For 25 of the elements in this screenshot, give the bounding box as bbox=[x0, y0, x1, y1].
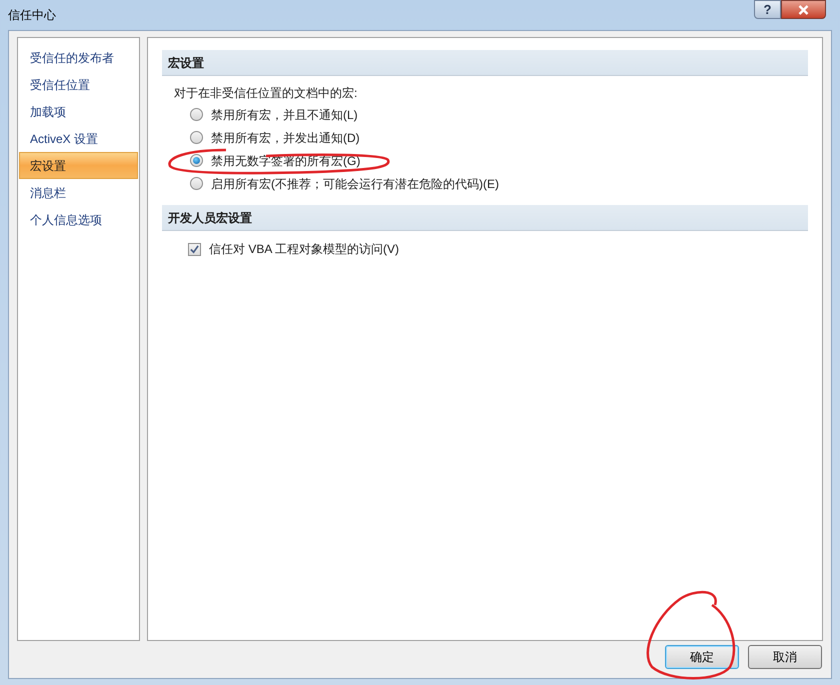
dialog-button[interactable]: 取消 bbox=[748, 645, 822, 669]
radio-label: 启用所有宏(不推荐；可能会运行有潜在危险的代码)(E) bbox=[211, 176, 499, 192]
radio-button[interactable] bbox=[190, 108, 203, 121]
radio-label: 禁用所有宏，并且不通知(L) bbox=[211, 106, 358, 124]
section-header: 开发人员宏设置 bbox=[162, 205, 808, 231]
close-icon bbox=[798, 4, 809, 14]
section-header: 宏设置 bbox=[162, 50, 808, 76]
description-text: 对于在非受信任位置的文档中的宏: bbox=[173, 85, 358, 102]
sidebar-item[interactable]: 加载项 bbox=[19, 98, 138, 125]
close-button[interactable] bbox=[781, 0, 826, 19]
help-button[interactable]: ? bbox=[754, 0, 781, 19]
radio-label: 禁用所有宏，并发出通知(D) bbox=[211, 130, 360, 146]
sidebar-item[interactable]: 受信任的发布者 bbox=[19, 44, 138, 71]
checkbox[interactable] bbox=[188, 242, 201, 256]
checkbox-label: 信任对 VBA 工程对象模型的访问(V) bbox=[209, 241, 400, 258]
radio-button[interactable] bbox=[190, 154, 203, 167]
sidebar-item[interactable]: ActiveX 设置 bbox=[19, 125, 138, 152]
dialog-button[interactable]: 确定 bbox=[665, 645, 739, 669]
radio-button[interactable] bbox=[190, 131, 203, 144]
sidebar-item[interactable]: 受信任位置 bbox=[19, 71, 138, 98]
sidebar-item[interactable]: 消息栏 bbox=[19, 179, 138, 206]
radio-button[interactable] bbox=[190, 177, 203, 190]
window-title: 信任中心 bbox=[8, 7, 56, 24]
sidebar-item[interactable]: 宏设置 bbox=[19, 152, 138, 179]
sidebar-item[interactable]: 个人信息选项 bbox=[19, 206, 138, 233]
